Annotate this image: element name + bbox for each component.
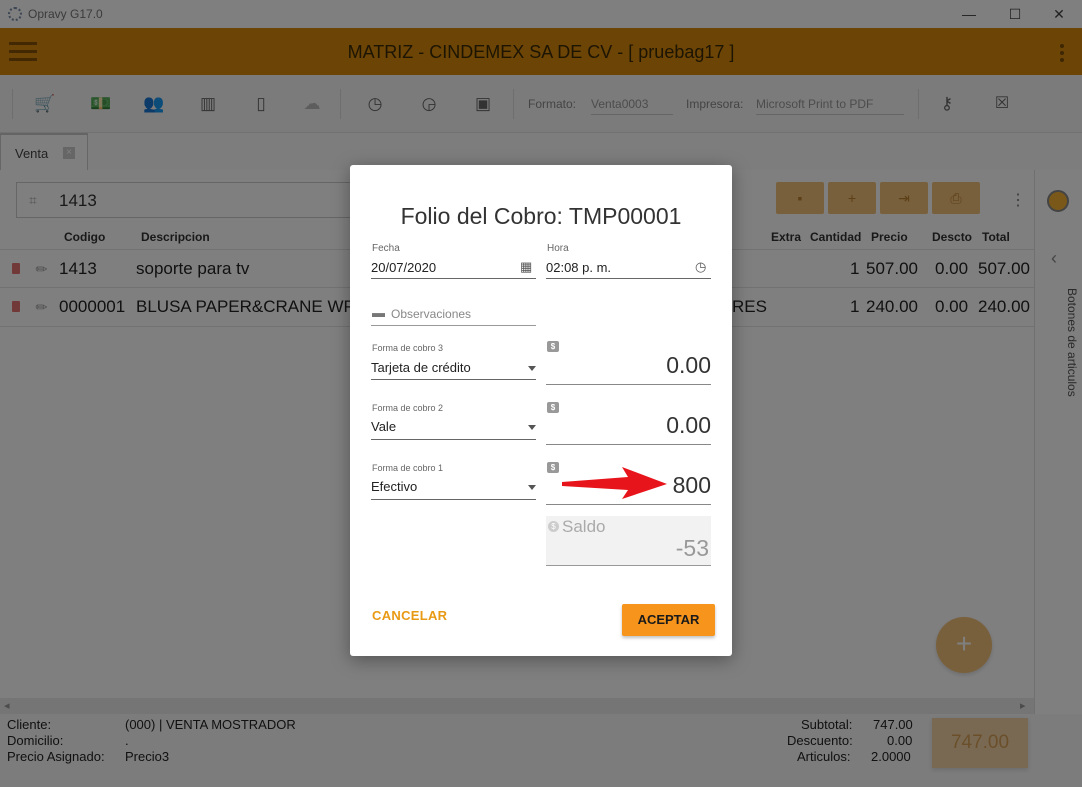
- payment-method-label: Forma de cobro 1: [372, 463, 444, 473]
- clock-icon[interactable]: ◷: [695, 259, 706, 275]
- red-arrow-annotation: [562, 467, 667, 499]
- payment-amount-input[interactable]: 0.00: [546, 352, 711, 379]
- payment-method-select[interactable]: Tarjeta de crédito: [371, 360, 471, 375]
- calendar-icon[interactable]: ▦: [520, 259, 532, 275]
- dollar-icon: $: [547, 341, 559, 352]
- dialog-title: Folio del Cobro: TMP00001: [400, 203, 682, 229]
- notes-input[interactable]: Observaciones: [391, 307, 471, 321]
- date-label: Fecha: [372, 243, 400, 254]
- amount-underline: [546, 384, 711, 385]
- select-underline: [371, 439, 536, 440]
- payment-amount-input[interactable]: 0.00: [546, 412, 711, 439]
- time-underline: [546, 278, 711, 279]
- dropdown-caret-icon[interactable]: [528, 425, 536, 430]
- payment-method-label: Forma de cobro 2: [372, 403, 444, 413]
- coin-icon: $: [548, 521, 559, 532]
- date-underline: [371, 278, 536, 279]
- select-underline: [371, 379, 536, 380]
- accept-button[interactable]: ACEPTAR: [622, 604, 715, 636]
- dropdown-caret-icon[interactable]: [528, 366, 536, 371]
- payment-method-label: Forma de cobro 3: [372, 343, 444, 353]
- date-field[interactable]: 20/07/2020: [371, 260, 436, 275]
- amount-underline: [546, 444, 711, 445]
- cancel-button[interactable]: CANCELAR: [372, 608, 447, 623]
- payment-dialog: Folio del Cobro: TMP00001 Fecha 20/07/20…: [350, 165, 732, 656]
- time-field[interactable]: 02:08 p. m.: [546, 260, 611, 275]
- select-underline: [371, 499, 536, 500]
- balance-value: -53: [675, 535, 709, 561]
- time-label: Hora: [547, 243, 569, 254]
- comment-icon: ▬: [372, 305, 385, 320]
- payment-method-select[interactable]: Efectivo: [371, 479, 417, 494]
- payment-method-select[interactable]: Vale: [371, 419, 396, 434]
- balance-field: $ Saldo -53: [546, 516, 711, 566]
- balance-label: Saldo: [562, 517, 606, 536]
- notes-underline: [371, 325, 536, 326]
- amount-underline: [546, 504, 711, 505]
- dropdown-caret-icon[interactable]: [528, 485, 536, 490]
